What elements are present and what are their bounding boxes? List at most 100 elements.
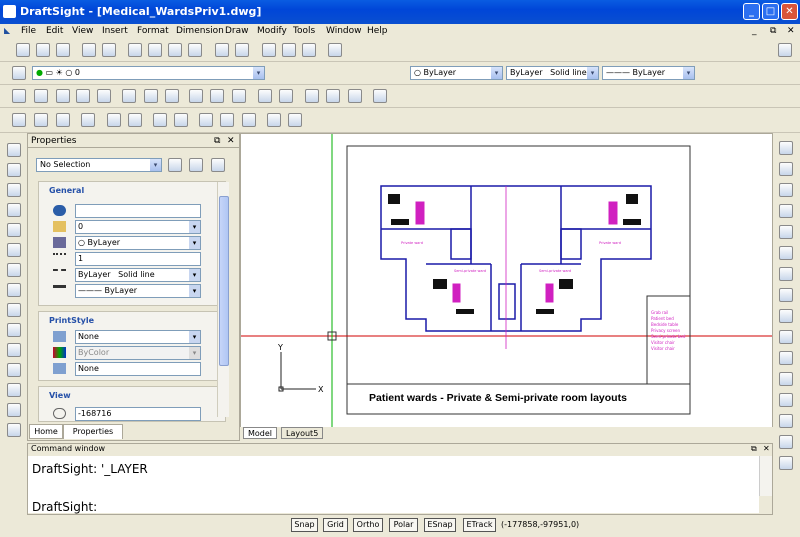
layer-tool-7-icon[interactable] <box>153 113 167 127</box>
layer-tool-6-icon[interactable] <box>128 113 142 127</box>
drawing-canvas[interactable]: Y X Private ward Semi-private ward Semi-… <box>240 133 773 428</box>
ortho-button[interactable]: Ortho <box>353 518 383 532</box>
trim-icon[interactable] <box>779 330 793 344</box>
fillet-icon[interactable] <box>779 393 793 407</box>
menu-modify[interactable]: Modify <box>257 26 287 36</box>
chamfer-icon[interactable] <box>779 414 793 428</box>
paste-icon[interactable] <box>168 43 182 57</box>
sketch-icon[interactable] <box>7 283 21 297</box>
line-icon[interactable] <box>7 143 21 157</box>
dim-leader-icon[interactable] <box>232 89 246 103</box>
command-prompt[interactable]: DraftSight: <box>32 500 97 514</box>
toggle-pickadd-icon[interactable] <box>189 158 203 172</box>
linescale-field[interactable]: 1 <box>75 252 201 266</box>
command-scrollbar[interactable] <box>759 456 772 496</box>
print-preview-icon[interactable] <box>102 43 116 57</box>
text-icon[interactable] <box>7 423 21 437</box>
printtable-field[interactable]: None <box>75 362 201 376</box>
print-icon[interactable] <box>82 43 96 57</box>
layers-icon[interactable] <box>12 66 26 80</box>
cut-icon[interactable] <box>128 43 142 57</box>
layer-tool-3-icon[interactable] <box>56 113 70 127</box>
command-history[interactable]: DraftSight: '_LAYER <box>28 456 759 513</box>
view-heading[interactable]: View <box>49 391 71 400</box>
layer-manager-icon[interactable] <box>328 43 342 57</box>
dim-aligned-icon[interactable] <box>34 89 48 103</box>
checkmark-icon[interactable] <box>199 113 213 127</box>
command-pin-icon[interactable]: ⧉ <box>751 444 757 454</box>
new-icon[interactable] <box>16 43 30 57</box>
dim-center-icon[interactable] <box>122 89 136 103</box>
copy-entity-icon[interactable] <box>779 162 793 176</box>
lineweight-combo[interactable]: ——— ByLayer ▾ <box>602 66 695 80</box>
rotate-icon[interactable] <box>779 267 793 281</box>
menu-dimension[interactable]: Dimension <box>176 26 224 36</box>
printstyle-field[interactable]: None ▾ <box>75 330 201 344</box>
erase-icon[interactable] <box>779 141 793 155</box>
undo-icon[interactable] <box>215 43 229 57</box>
polar-button[interactable]: Polar <box>389 518 418 532</box>
doc-icon[interactable]: ◣ <box>4 26 10 35</box>
polygon-icon[interactable] <box>7 183 21 197</box>
extend-icon[interactable] <box>779 351 793 365</box>
general-heading[interactable]: General <box>49 186 84 195</box>
layer-tool-8-icon[interactable] <box>174 113 188 127</box>
color-combo[interactable]: ○ ByLayer ▾ <box>410 66 503 80</box>
dim-ordinate-icon[interactable] <box>97 89 111 103</box>
minimize-button[interactable]: _ <box>743 3 760 20</box>
layer-tool-13-icon[interactable] <box>288 113 302 127</box>
block-icon[interactable] <box>7 403 21 417</box>
quick-select-icon[interactable] <box>211 158 225 172</box>
maximize-button[interactable]: □ <box>762 3 779 20</box>
curve-icon[interactable] <box>7 343 21 357</box>
select-objects-icon[interactable] <box>168 158 182 172</box>
menu-help[interactable]: Help <box>367 26 388 36</box>
close-button[interactable]: ✕ <box>781 3 798 20</box>
infinite-line-icon[interactable] <box>7 163 21 177</box>
etrack-button[interactable]: ETrack <box>463 518 496 532</box>
tolerance-icon[interactable] <box>279 89 293 103</box>
esnap-button[interactable]: ESnap <box>424 518 456 532</box>
layer-tool-5-icon[interactable] <box>107 113 121 127</box>
tab-home[interactable]: Home <box>29 424 63 439</box>
layer-combo[interactable]: ● ▭ ☀ ○ 0 ▾ <box>32 66 265 80</box>
menu-window[interactable]: Window <box>326 26 362 36</box>
scale-icon[interactable] <box>779 288 793 302</box>
menu-view[interactable]: View <box>72 26 93 36</box>
spline-icon[interactable] <box>7 243 21 257</box>
layer-tool-4-icon[interactable] <box>81 113 95 127</box>
grid-button[interactable]: Grid <box>323 518 348 532</box>
open-icon[interactable] <box>36 43 50 57</box>
printcolor-field[interactable]: ByColor ▾ <box>75 346 201 360</box>
region-icon[interactable] <box>7 383 21 397</box>
rectangle-icon[interactable] <box>7 203 21 217</box>
dim-diameter-icon[interactable] <box>144 89 158 103</box>
menu-draw[interactable]: Draw <box>225 26 249 36</box>
layer-tool-2-icon[interactable] <box>34 113 48 127</box>
layer-tool-1-icon[interactable] <box>12 113 26 127</box>
doc-close-icon[interactable]: ✕ <box>787 26 795 36</box>
offset-icon[interactable] <box>779 204 793 218</box>
properties-icon[interactable] <box>779 456 793 470</box>
app-icon[interactable] <box>3 5 16 18</box>
tab-properties[interactable]: Properties <box>63 424 123 439</box>
menu-file[interactable]: File <box>21 26 36 36</box>
panel-close-icon[interactable]: ✕ <box>227 136 235 146</box>
doc-restore-icon[interactable]: ⧉ <box>770 26 776 36</box>
mirror-icon[interactable] <box>779 183 793 197</box>
layer-tool-10-icon[interactable] <box>220 113 234 127</box>
tab-model[interactable]: Model <box>243 427 278 439</box>
format-painter-icon[interactable] <box>188 43 202 57</box>
drawing-svg[interactable]: Y X Private ward Semi-private ward Semi-… <box>241 134 773 428</box>
command-close-icon[interactable]: ✕ <box>763 444 770 453</box>
layer-tool-11-icon[interactable] <box>242 113 256 127</box>
circle-icon[interactable] <box>7 263 21 277</box>
doc-minimize-icon[interactable]: _ <box>752 26 757 36</box>
menu-format[interactable]: Format <box>137 26 169 36</box>
printstyle-heading[interactable]: PrintStyle <box>49 316 94 325</box>
linestyle-field[interactable]: ByLayer Solid line ▾ <box>75 268 201 282</box>
snap-button[interactable]: Snap <box>291 518 318 532</box>
zoom-window-icon[interactable] <box>282 43 296 57</box>
ellipse-icon[interactable] <box>7 303 21 317</box>
linestyle-combo[interactable]: ByLayer Solid line ▾ <box>506 66 599 80</box>
